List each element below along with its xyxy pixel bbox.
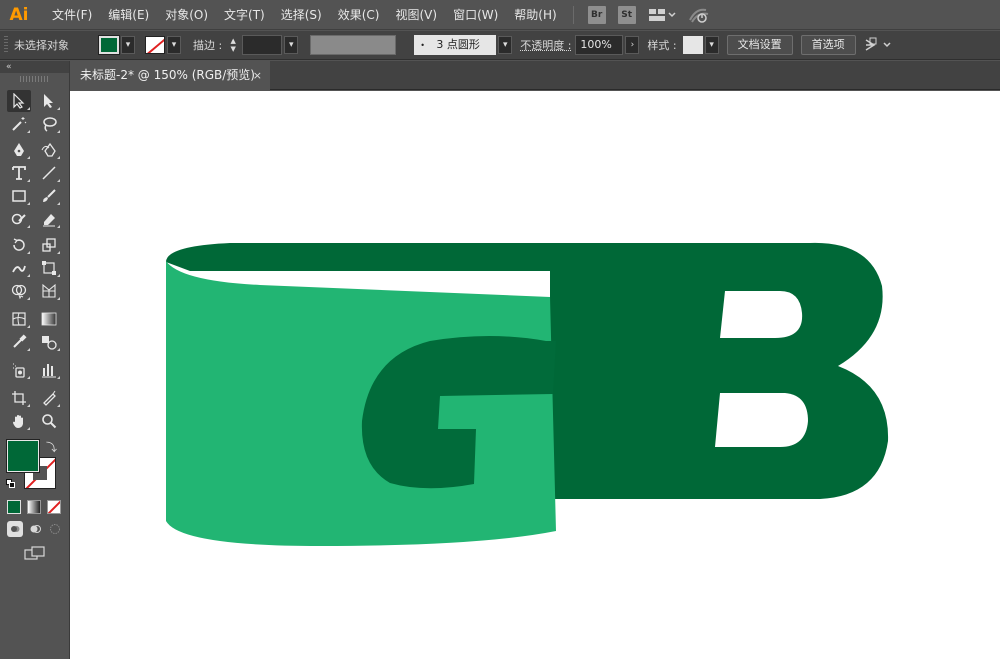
preferences-button[interactable]: 首选项 [800,35,856,55]
scale-tool-icon[interactable] [37,234,61,256]
artboard-canvas[interactable]: G B [70,91,1000,659]
rectangle-tool-icon[interactable] [7,185,31,207]
bridge-button[interactable]: Br [587,5,606,24]
front-band [166,261,556,546]
eraser-tool-icon[interactable] [37,208,61,230]
graphic-style-swatch[interactable] [682,36,703,54]
draw-inside-icon[interactable] [47,521,63,537]
menu-edit[interactable]: 编辑(E) [100,0,157,30]
paintbrush-tool-icon[interactable] [37,185,61,207]
tools-panel: « ⤵ [0,61,70,659]
menu-separator [572,5,574,24]
brush-definition-field[interactable]: • 3 点圆形 [414,35,497,55]
none-mode-button[interactable] [47,500,61,514]
close-icon[interactable]: × [253,61,262,90]
screen-mode-icon[interactable] [23,545,47,561]
document-tab[interactable]: 未标题-2* @ 150% (RGB/预览) × [70,61,270,90]
pen-tool-icon[interactable] [7,139,31,161]
selection-tool-icon[interactable] [7,90,31,112]
zoom-tool-icon[interactable] [37,410,61,432]
brush-dot-icon: • [420,41,425,50]
lasso-tool-icon[interactable] [37,113,61,135]
mesh-tool-icon[interactable] [7,308,31,330]
type-tool-icon[interactable] [7,162,31,184]
variable-width-profile[interactable] [310,35,397,55]
default-fill-stroke-icon[interactable] [6,479,16,489]
artboard-tool-icon[interactable] [7,387,31,409]
eyedropper-tool-icon[interactable] [7,331,31,353]
style-chevron-icon[interactable]: ▾ [704,36,719,54]
tools-grip[interactable] [20,76,49,82]
draw-normal-icon[interactable] [7,521,23,537]
fill-swatch-large[interactable] [6,439,40,473]
gb-logo-artwork [166,242,889,546]
stroke-dropdown-chevron-icon[interactable]: ▾ [167,36,181,54]
arrange-documents-icon[interactable] [862,37,894,53]
brush-chevron-icon[interactable]: ▾ [498,36,513,54]
fill-color-swatch[interactable] [98,35,120,55]
warp-tool-icon[interactable] [7,257,31,279]
document-setup-button[interactable]: 文档设置 [726,35,793,55]
style-label: 样式 : [647,39,677,52]
blend-tool-icon[interactable] [37,331,61,353]
stroke-weight-input[interactable] [242,35,283,55]
menu-view[interactable]: 视图(V) [387,0,445,30]
stroke-weight-chevron-icon[interactable]: ▾ [284,36,299,54]
symbol-sprayer-tool-icon[interactable] [7,359,31,381]
gradient-mode-button[interactable] [27,500,41,514]
menu-window[interactable]: 窗口(W) [445,0,506,30]
stroke-label: 描边 : [193,39,223,52]
hand-tool-icon[interactable] [7,410,31,432]
fill-dropdown-chevron-icon[interactable]: ▾ [121,36,135,54]
menu-effect[interactable]: 效果(C) [330,0,388,30]
direct-selection-tool-icon[interactable] [37,90,61,112]
letter-b-upper-counter [720,291,803,338]
menu-type[interactable]: 文字(T) [216,0,273,30]
opacity-label: 不透明度 : [520,39,572,52]
document-tab-title: 未标题-2* @ 150% (RGB/预览) [80,68,255,82]
menu-file[interactable]: 文件(F) [44,0,100,30]
swap-fill-stroke-icon[interactable]: ⤵ [46,439,57,455]
shape-builder-tool-icon[interactable] [7,280,31,302]
control-bar: 未选择对象 ▾ ▾ 描边 : ▲ ▼ ▾ • 3 点圆形 ▾ 不透明度 : 100… [0,31,1000,60]
shaper-tool-icon[interactable] [7,208,31,230]
menu-object[interactable]: 对象(O) [157,0,216,30]
control-bar-grip[interactable] [4,36,8,54]
tools-collapse-icon[interactable]: « [0,61,69,73]
opacity-arrow-icon[interactable]: › [625,36,640,54]
menu-bar: Ai 文件(F) 编辑(E) 对象(O) 文字(T) 选择(S) 效果(C) 视… [0,0,1000,30]
gradient-tool-icon[interactable] [37,308,61,330]
document-tab-bar: 未标题-2* @ 150% (RGB/预览) × [70,61,1000,90]
opacity-input[interactable]: 100% [575,35,624,55]
column-graph-tool-icon[interactable] [37,359,61,381]
brush-definition-value: 3 点圆形 [436,38,480,51]
magic-wand-tool-icon[interactable] [7,113,31,135]
perspective-grid-tool-icon[interactable] [37,280,61,302]
menu-help[interactable]: 帮助(H) [506,0,564,30]
stroke-weight-spinner-icon[interactable]: ▲ ▼ [226,35,240,55]
gpu-performance-icon[interactable] [688,6,710,24]
line-segment-tool-icon[interactable] [37,162,61,184]
color-mode-button[interactable] [7,500,21,514]
draw-behind-icon[interactable] [27,521,43,537]
stock-button[interactable]: St [617,5,636,24]
app-logo: Ai [9,4,29,25]
curvature-tool-icon[interactable] [37,139,61,161]
letter-b-lower-counter [715,393,808,447]
workspace-layout-icon[interactable] [648,7,676,23]
stroke-color-swatch[interactable] [145,36,165,54]
selection-status: 未选择对象 [14,39,69,52]
rotate-tool-icon[interactable] [7,234,31,256]
free-transform-tool-icon[interactable] [37,257,61,279]
menu-select[interactable]: 选择(S) [273,0,330,30]
slice-tool-icon[interactable] [37,387,61,409]
